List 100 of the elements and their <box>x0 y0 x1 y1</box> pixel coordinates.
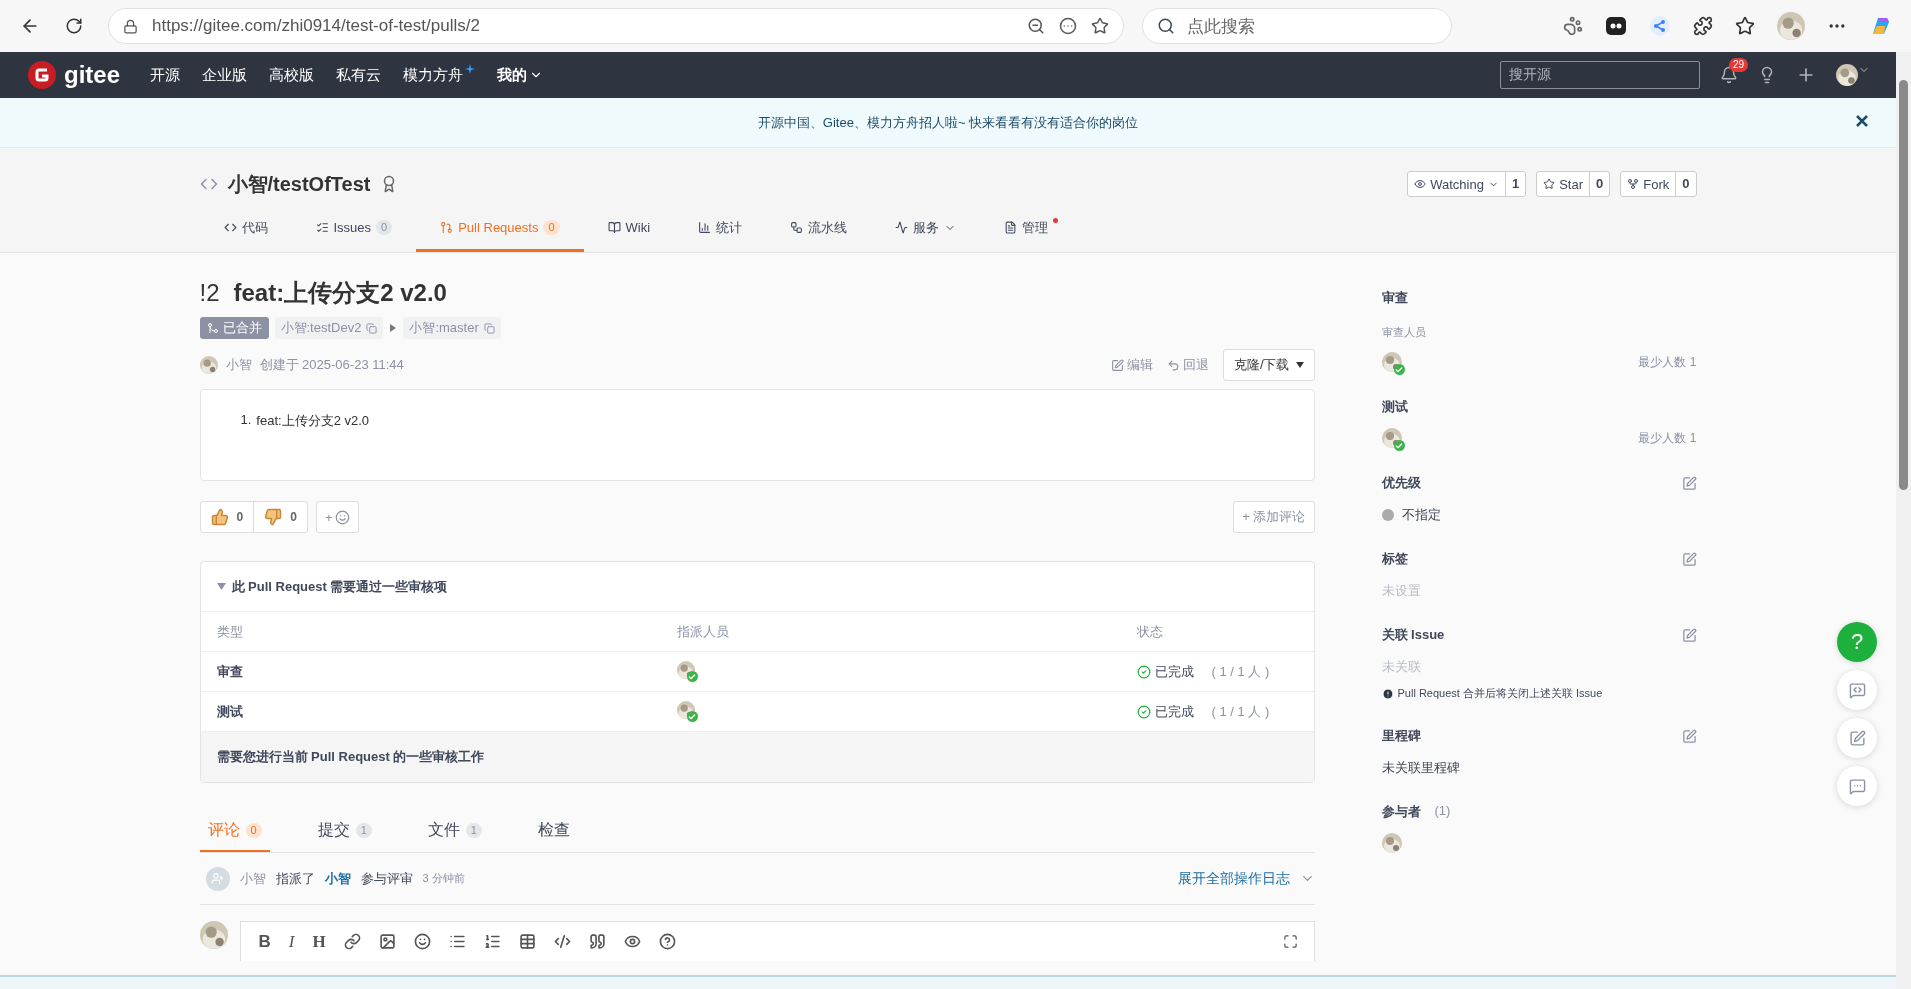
favorites-icon[interactable] <box>1735 16 1755 36</box>
section-tab[interactable]: 检查 <box>529 811 578 852</box>
check-badge-icon <box>686 671 698 682</box>
nav-link[interactable]: 模力方舟 <box>403 65 475 85</box>
user-link[interactable]: 小智 <box>324 869 351 888</box>
fullscreen-icon[interactable] <box>1282 934 1298 949</box>
avatar <box>676 661 695 679</box>
logo-text: gitee <box>64 61 120 89</box>
close-icon[interactable] <box>1856 115 1868 127</box>
status-badge: 已合并 <box>199 317 269 339</box>
action-text: 指派了 <box>275 869 315 888</box>
avatar <box>1381 428 1402 448</box>
star-icon[interactable] <box>1091 17 1109 35</box>
code-message-icon[interactable] <box>1848 681 1866 699</box>
reload-icon[interactable] <box>65 17 83 35</box>
reaction-button[interactable]: 0 <box>200 502 254 532</box>
search-field[interactable]: 搜开源 <box>1500 61 1700 89</box>
book-icon <box>607 221 621 234</box>
list-icon <box>315 221 329 234</box>
priority-value: 不指定 <box>1401 506 1441 524</box>
repo-tab[interactable]: 统计 <box>674 206 767 252</box>
review-note: 需要您进行当前 Pull Request 的一些审核工作 <box>216 748 485 766</box>
url-text: https://gitee.com/zhi0914/test-of-test/pulls/2 <box>152 16 481 36</box>
more-icon[interactable] <box>1059 17 1077 35</box>
section-tab[interactable]: 文件 1 <box>419 811 490 852</box>
workflow-icon <box>790 221 804 234</box>
format-button[interactable]: H <box>310 929 328 954</box>
reaction-button[interactable]: 0 <box>253 502 307 532</box>
nav-link[interactable]: 私有云 <box>336 65 381 85</box>
repo-tab[interactable]: Wiki <box>583 206 675 252</box>
source-branch: 小智:testDev2 <box>274 317 384 339</box>
edit-icon[interactable] <box>1681 475 1697 491</box>
section-title: 测试 <box>1381 398 1408 416</box>
avatar <box>1381 833 1402 853</box>
pr-number: !2 <box>199 279 220 307</box>
repo-name[interactable]: 小智/testOfTest <box>227 170 371 198</box>
minimum-text: 最少人数 1 <box>1638 353 1697 371</box>
caret-icon[interactable] <box>216 583 226 590</box>
check-badge-icon <box>1393 364 1405 375</box>
code-icon <box>223 221 237 234</box>
section-subtitle: 审查人员 <box>1381 325 1427 340</box>
table-cell-text: 审查 <box>216 662 244 681</box>
zoom-out-icon[interactable] <box>1027 17 1045 35</box>
arrow-icon <box>389 324 398 332</box>
section-title: 里程碑 <box>1381 727 1421 745</box>
avatar <box>199 356 218 374</box>
edit-icon[interactable] <box>1848 729 1866 747</box>
smile-icon[interactable] <box>413 933 431 950</box>
repo-tab[interactable]: 管理 <box>980 206 1073 252</box>
repo-tab[interactable]: 服务 <box>871 206 981 252</box>
extension-icon[interactable] <box>1605 15 1627 37</box>
image-icon[interactable] <box>378 933 396 950</box>
share-icon[interactable] <box>1649 15 1671 37</box>
code-icon[interactable] <box>553 933 571 950</box>
repo-action-button[interactable]: Star 0 <box>1536 171 1611 197</box>
nav-link[interactable]: 企业版 <box>202 65 247 85</box>
logo-icon[interactable] <box>28 61 56 89</box>
avatar <box>1836 64 1858 86</box>
link-icon[interactable] <box>343 933 361 950</box>
nav-link[interactable]: 高校版 <box>269 65 314 85</box>
user-add-icon <box>211 872 224 885</box>
nav-link[interactable]: 我的 <box>497 65 543 85</box>
puzzle-icon[interactable] <box>1693 16 1713 36</box>
address-bar[interactable]: https://gitee.com/zhi0914/test-of-test/pulls/2 <box>108 8 1124 44</box>
format-button[interactable]: I <box>286 929 297 954</box>
edit-icon[interactable] <box>1681 551 1697 567</box>
notification-dot <box>1053 218 1059 223</box>
action-text: 参与评审 <box>360 869 413 888</box>
repo-action-button[interactable]: Fork 0 <box>1620 171 1697 197</box>
avatar <box>1777 12 1805 40</box>
edit-icon[interactable] <box>1681 728 1697 744</box>
bar-chart-icon <box>698 221 712 234</box>
eye-icon[interactable] <box>623 933 641 950</box>
repo-tab[interactable]: 代码 <box>199 206 292 252</box>
sparkle-icon <box>465 64 475 74</box>
search-field[interactable]: 点此搜索 <box>1142 8 1452 44</box>
eye-icon <box>1414 178 1427 190</box>
column-header: 指派人员 <box>676 622 730 641</box>
edit-icon[interactable] <box>1681 627 1697 643</box>
chat-icon[interactable] <box>1848 777 1866 795</box>
clone-button[interactable]: 克隆/下载 <box>1222 349 1315 381</box>
repo-tab[interactable]: Issues 0 <box>291 206 417 252</box>
status-text: 已完成 <box>1154 662 1194 681</box>
edit-icon <box>1110 358 1124 372</box>
bullet-list-icon[interactable] <box>448 933 466 950</box>
format-button[interactable]: B <box>256 929 273 954</box>
list-number: 1. <box>240 412 252 429</box>
repo-action-button[interactable]: Watching 1 <box>1407 171 1527 197</box>
time-text: 3 分钟前 <box>422 871 465 886</box>
bell-icon[interactable] <box>1720 66 1738 84</box>
section-tab[interactable]: 提交 1 <box>309 811 380 852</box>
paw-icon[interactable] <box>1563 16 1583 36</box>
nav-link[interactable]: 开源 <box>150 65 180 85</box>
repo-tab[interactable]: 流水线 <box>766 206 872 252</box>
help-icon[interactable] <box>658 933 676 950</box>
numbered-list-icon[interactable] <box>483 933 501 950</box>
quote-icon[interactable] <box>588 933 606 950</box>
table-icon[interactable] <box>518 933 536 950</box>
milestone-value: 未关联里程碑 <box>1381 759 1461 777</box>
expand-log-link[interactable]: 展开全部操作日志 <box>1177 869 1315 888</box>
